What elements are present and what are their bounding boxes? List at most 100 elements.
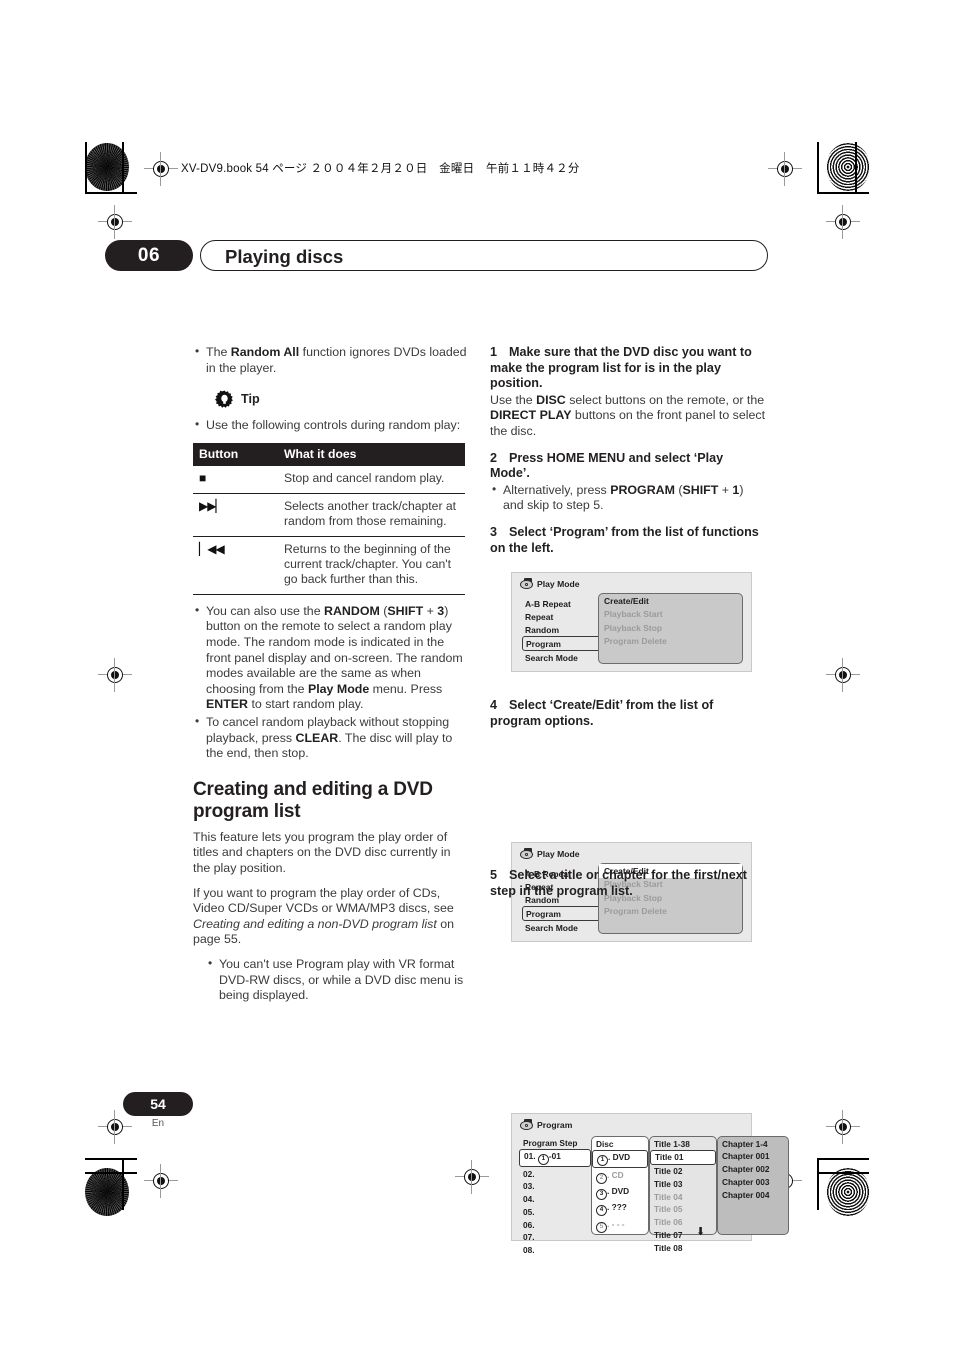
step-2-bullets: Alternatively, press PROGRAM (SHIFT + 1)…: [490, 482, 766, 514]
right-column-continued-step4: 4 Select ‘Create/Edit’ from the list of p…: [490, 698, 766, 730]
option-playback-start: Playback Start: [604, 609, 663, 619]
section-paragraph-1: This feature lets you program the play o…: [193, 829, 451, 875]
title-row[interactable]: Title 05: [650, 1203, 716, 1216]
osd-title-row: Program: [520, 1119, 572, 1130]
step-5-number: 5: [490, 868, 498, 882]
disc-number-icon: 4: [596, 1205, 607, 1217]
table-head: Button What it does: [193, 442, 465, 467]
column-header-disc: Disc: [596, 1138, 614, 1149]
title-row[interactable]: Title 02: [650, 1165, 716, 1178]
crop-line-br-h2: [817, 1172, 869, 1174]
crop-line-tl-h: [85, 192, 137, 194]
tip-bulb-icon: [215, 390, 233, 408]
previous-track-description: Returns to the beginning of the current …: [278, 536, 465, 595]
registration-mark-right-lower: [826, 1110, 860, 1144]
scroll-down-icon[interactable]: ⬇: [696, 1227, 705, 1238]
crop-line-bl-h2: [85, 1172, 137, 1174]
disc-number-icon: 3: [596, 1188, 607, 1200]
option-program-delete: Program Delete: [604, 636, 667, 646]
disc-number-icon: 1: [537, 1154, 549, 1166]
menu-item-search-mode[interactable]: Search Mode: [522, 651, 602, 664]
step-3-heading: 3 Select ‘Program’ from the list of funct…: [490, 525, 766, 556]
registration-mark-bottom-center: [455, 1160, 489, 1194]
crop-line-bl-h: [85, 1158, 137, 1160]
chapter-row[interactable]: Chapter 001: [718, 1150, 788, 1163]
program-step-row[interactable]: 02.: [519, 1167, 591, 1180]
table-row: ■ Stop and cancel random play.: [193, 466, 465, 494]
step-1-body: Use the DISC select buttons on the remot…: [490, 393, 766, 440]
density-target-top-right: [826, 143, 870, 191]
step-5-heading: 5 Select a title or chapter for the first…: [490, 868, 766, 899]
page-number-badge: 54: [123, 1092, 193, 1116]
column-header-program-step: Program Step: [523, 1137, 578, 1148]
title-row[interactable]: Title 01: [650, 1150, 716, 1165]
menu-item-random[interactable]: Random: [522, 623, 602, 636]
registration-mark-left-upper: [98, 205, 132, 239]
random-bullets: You can also use the RANDOM (SHIFT + 3) …: [193, 603, 469, 762]
disc-row[interactable]: 5. - - -: [592, 1218, 648, 1234]
column-header-button: Button: [193, 442, 278, 467]
previous-track-icon: ▏◀◀: [193, 536, 278, 595]
program-step-row[interactable]: 05.: [519, 1206, 591, 1219]
chapter-row[interactable]: Chapter 002: [718, 1163, 788, 1176]
option-playback-stop: Playback Stop: [604, 622, 663, 633]
vr-format-bullet: You can't use Program play with VR forma…: [193, 956, 469, 1004]
step-1-title: Make sure that the DVD disc you want to …: [490, 345, 752, 391]
title-row[interactable]: Title 08: [650, 1241, 716, 1254]
menu-item-program[interactable]: Program: [522, 636, 602, 651]
menu-item-ab-repeat[interactable]: A-B Repeat: [522, 597, 602, 610]
program-shortcut-bullet: Alternatively, press PROGRAM (SHIFT + 1)…: [490, 482, 766, 514]
disc-menu-icon: [520, 848, 533, 859]
section-bullets: You can't use Program play with VR forma…: [193, 956, 469, 1004]
crop-line-tr-h: [817, 192, 869, 194]
program-step-row[interactable]: 06.: [519, 1219, 591, 1232]
title-row[interactable]: Title 03: [650, 1178, 716, 1191]
menu-item-program[interactable]: Program: [522, 906, 602, 921]
disc-number-icon: 2: [596, 1172, 607, 1184]
play-mode-menu-list: A-B Repeat Repeat Random Program Search …: [522, 597, 602, 664]
program-step-row[interactable]: 04.: [519, 1193, 591, 1206]
menu-item-repeat[interactable]: Repeat: [522, 610, 602, 623]
chapter-title-bar: Playing discs: [200, 240, 768, 271]
stop-icon: ■: [193, 466, 278, 494]
disc-row[interactable]: 1. DVD: [592, 1150, 648, 1169]
next-track-icon: ▶▶▏: [193, 493, 278, 537]
osd-title: Play Mode: [537, 848, 580, 859]
rich-text: You can also use the RANDOM (SHIFT + 3) …: [206, 603, 463, 712]
registration-mark-left-middle: [98, 658, 132, 692]
left-column: The Random All function ignores DVDs loa…: [193, 344, 469, 1013]
title-row[interactable]: Title 04: [650, 1190, 716, 1203]
title-row[interactable]: Title 06: [650, 1216, 716, 1229]
density-target-bottom-right: [826, 1168, 870, 1216]
program-step-row[interactable]: 08.: [519, 1244, 591, 1257]
step-1-heading: 1 Make sure that the DVD disc you want to…: [490, 345, 766, 392]
program-step-row[interactable]: 07.: [519, 1231, 591, 1244]
osd-title-row: Play Mode: [520, 848, 580, 859]
osd-title: Play Mode: [537, 578, 580, 589]
chapter-number-badge: 06: [105, 240, 193, 271]
step-4-heading: 4 Select ‘Create/Edit’ from the list of p…: [490, 698, 766, 729]
registration-mark-top-left: [144, 152, 178, 186]
title-row[interactable]: Title 07: [650, 1229, 716, 1242]
program-step-row[interactable]: 03.: [519, 1180, 591, 1193]
option-program-delete: Program Delete: [604, 906, 667, 916]
chapter-row[interactable]: Chapter 004: [718, 1188, 788, 1201]
disc-row[interactable]: 4. ???: [592, 1201, 648, 1217]
program-step-row[interactable]: 01. 1 -01: [519, 1149, 591, 1168]
menu-item-search-mode[interactable]: Search Mode: [522, 921, 602, 934]
figure-program-list: Program Program Step 01. 1 -01 02. 03. 04…: [511, 1113, 789, 1255]
disc-menu-icon: [520, 1119, 533, 1130]
disc-row[interactable]: 3. DVD: [592, 1185, 648, 1201]
next-track-description: Selects another track/chapter at random …: [278, 493, 465, 537]
crop-line-tl-v2: [122, 142, 124, 194]
rich-text: Use the DISC select buttons on the remot…: [490, 392, 766, 438]
column-header-chapter: Chapter 1-4: [722, 1138, 768, 1149]
rich-text: Alternatively, press PROGRAM (SHIFT + 1)…: [503, 482, 744, 513]
osd-title-row: Play Mode: [520, 578, 580, 589]
chapter-row[interactable]: Chapter 003: [718, 1176, 788, 1189]
step-3-title: Select ‘Program’ from the list of functi…: [490, 524, 759, 555]
disc-row[interactable]: 2. CD: [592, 1168, 648, 1184]
crop-line-tr-v: [817, 142, 819, 194]
option-create-edit[interactable]: Create/Edit: [599, 594, 742, 608]
tip-block: Tip: [215, 390, 469, 409]
